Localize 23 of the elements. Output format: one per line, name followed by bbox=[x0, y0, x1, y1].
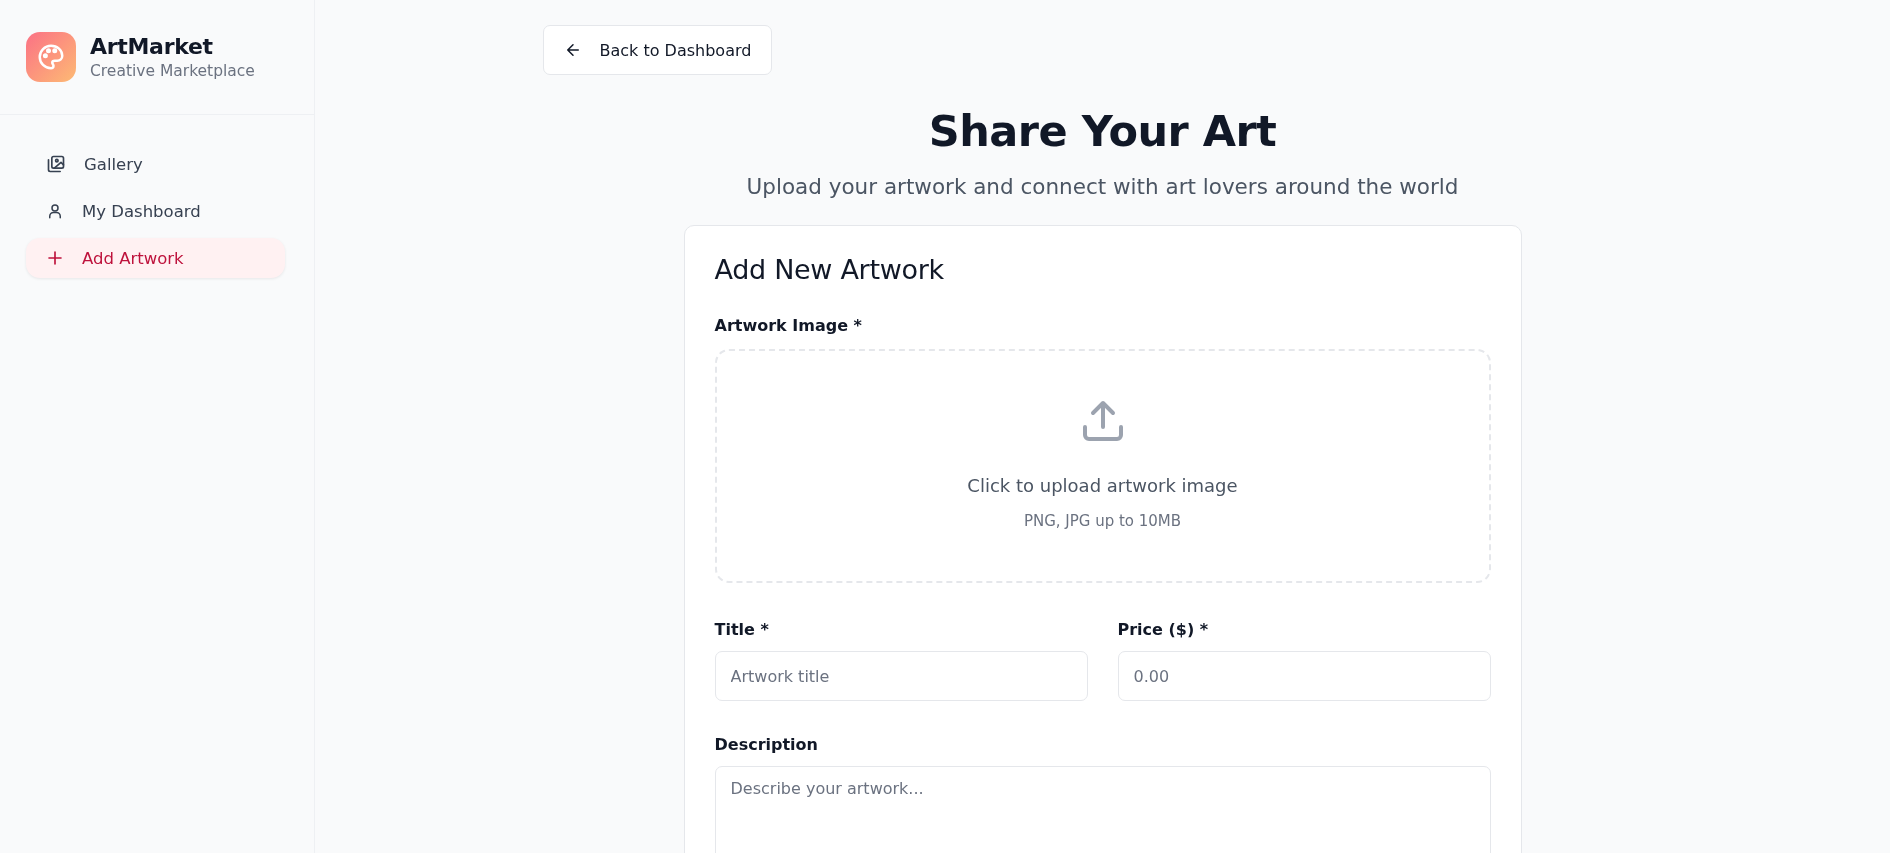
field-label: Title * bbox=[714, 620, 770, 639]
text-field[interactable]: Artwork title bbox=[714, 651, 1088, 701]
upload-dropzone[interactable]: Click to upload artwork image PNG, JPG up to 10MB bbox=[714, 349, 1491, 583]
field-label: Description bbox=[714, 735, 819, 754]
brand-tagline: Creative Marketplace bbox=[90, 62, 255, 80]
user-icon bbox=[46, 201, 64, 221]
field-label: Artwork Image * bbox=[714, 316, 863, 335]
description-field[interactable]: Describe your artwork... bbox=[714, 766, 1491, 853]
plus-icon bbox=[46, 249, 64, 267]
back-button[interactable]: Back to Dashboard bbox=[542, 25, 773, 75]
page-subtitle: Upload your artwork and connect with art lovers around the world bbox=[745, 174, 1460, 199]
page-title: Share Your Art bbox=[927, 106, 1278, 156]
brand-name: ArtMarket bbox=[90, 34, 214, 59]
nav-item[interactable]: Add Artwork bbox=[26, 238, 285, 278]
nav-item[interactable]: My Dashboard bbox=[26, 191, 285, 231]
text-field[interactable]: 0.00 bbox=[1117, 651, 1491, 701]
palette-logo-icon bbox=[26, 32, 76, 82]
upload-prompt: Click to upload artwork image bbox=[967, 474, 1238, 496]
form-title: Add New Artwork bbox=[714, 254, 945, 285]
nav-item[interactable]: Gallery bbox=[26, 144, 285, 184]
gallery-icon bbox=[46, 154, 66, 174]
upload-hint: PNG, JPG up to 10MB bbox=[1023, 511, 1182, 530]
field-label: Price ($) * bbox=[1117, 620, 1210, 639]
